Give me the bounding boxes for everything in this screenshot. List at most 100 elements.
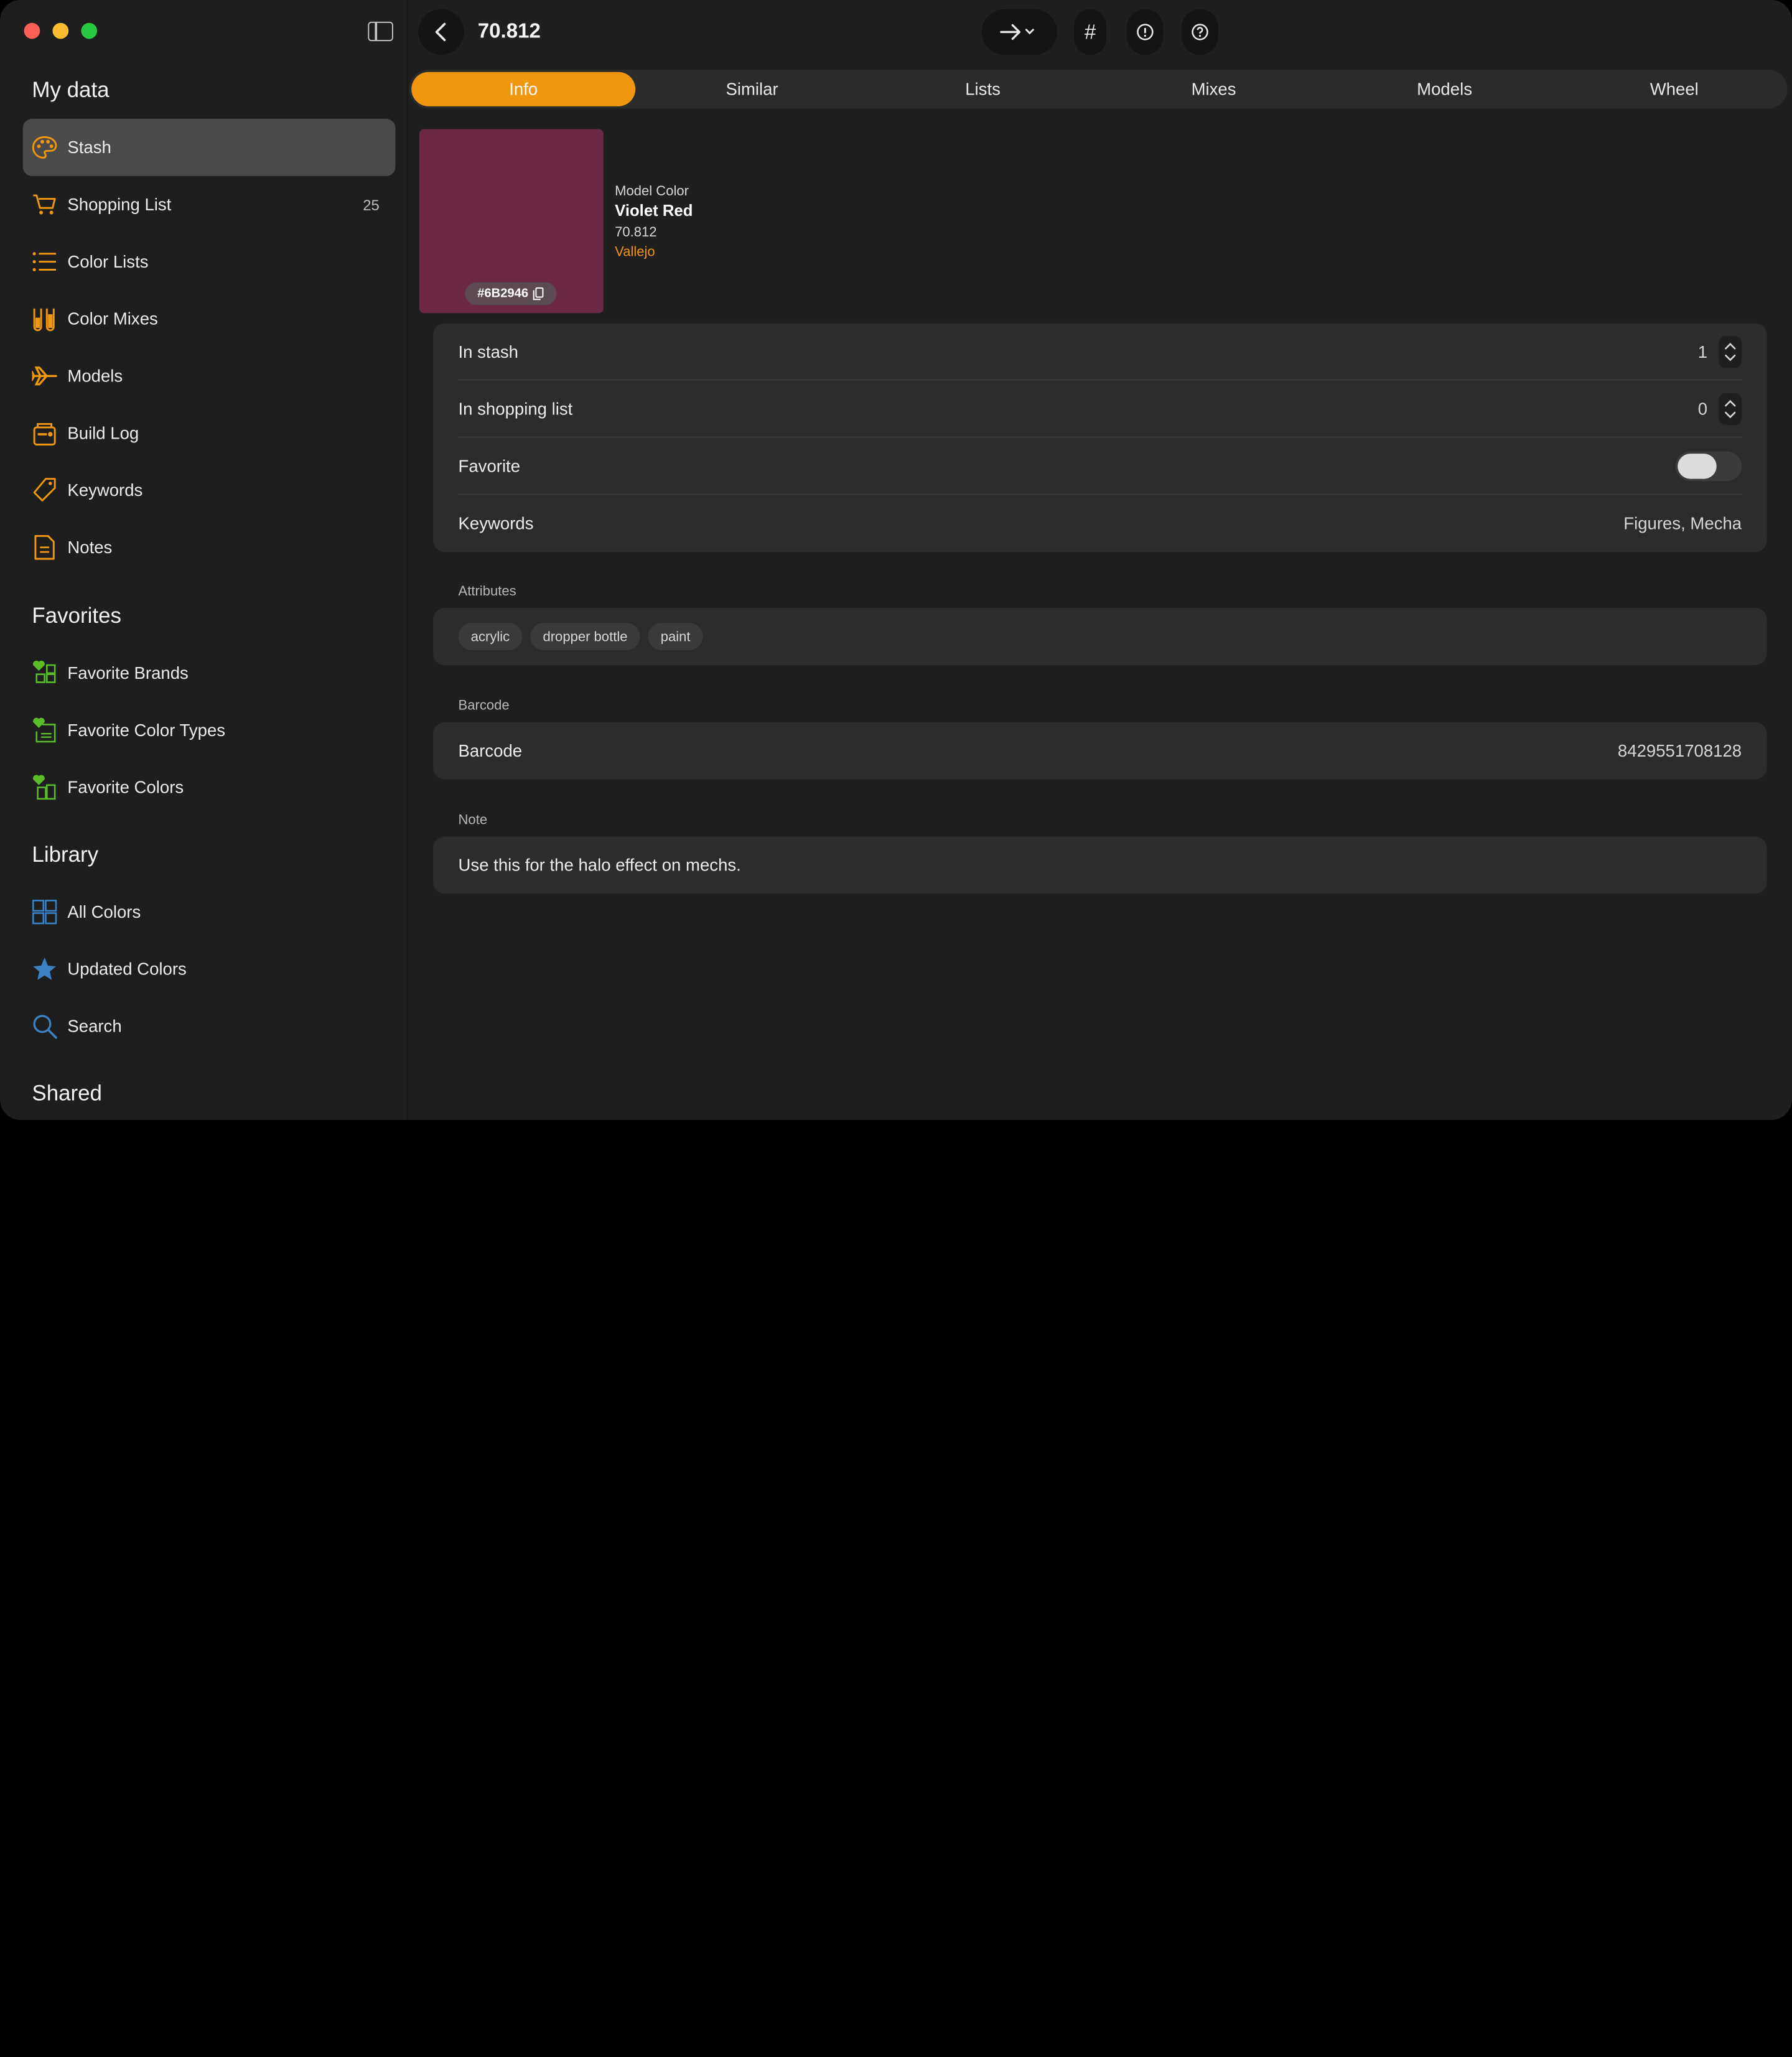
zoom-window-button[interactable] [81, 22, 98, 39]
section-title-shared: Shared [32, 1082, 102, 1106]
shopping-list-count-badge: 25 [363, 195, 380, 213]
in-stash-label: In stash [458, 342, 519, 362]
sidebar-item-favorite-color-types[interactable]: Favorite Color Types [23, 702, 396, 759]
in-stash-stepper[interactable] [1719, 335, 1742, 368]
sidebar-item-label: Color Lists [67, 251, 149, 272]
favorite-toggle[interactable] [1675, 451, 1742, 482]
tag-icon [32, 478, 57, 503]
hash-button[interactable]: # [1074, 9, 1106, 55]
details-card: In stash 1 In shopping list 0 Favorite K… [433, 323, 1767, 553]
in-stash-row: In stash 1 [459, 324, 1742, 381]
color-type: Model Color [615, 182, 689, 199]
tab-mixes[interactable]: Mixes [1099, 72, 1328, 106]
document-icon [32, 534, 57, 560]
section-title-my-data: My data [32, 78, 110, 103]
favorite-brands-icon [32, 660, 57, 686]
app-window: My data Stash Shopping List 25 Color Lis… [0, 0, 1792, 1120]
hex-copy-button[interactable]: #6B2946 [465, 282, 557, 306]
attribute-chip[interactable]: paint [648, 623, 703, 651]
tab-wheel[interactable]: Wheel [1561, 72, 1788, 106]
favorite-label: Favorite [458, 456, 521, 476]
sidebar-item-label: Search [67, 1016, 122, 1036]
palette-icon [32, 135, 57, 160]
color-brand-link[interactable]: Vallejo [615, 243, 655, 259]
copy-icon [533, 287, 544, 301]
hash-icon: # [1084, 20, 1096, 43]
sidebar-item-build-log[interactable]: Build Log [23, 404, 396, 462]
color-name: Violet Red [615, 201, 693, 220]
question-circle-icon [1192, 24, 1208, 40]
shopping-list-label: In shopping list [458, 399, 573, 419]
keywords-row[interactable]: Keywords Figures, Mecha [459, 495, 1742, 552]
window-controls [24, 22, 98, 39]
sidebar-item-notes[interactable]: Notes [23, 519, 396, 576]
hex-value: #6B2946 [477, 287, 529, 301]
sidebar-item-shopping-list[interactable]: Shopping List 25 [23, 176, 396, 233]
sidebar-item-color-mixes[interactable]: Color Mixes [23, 291, 396, 348]
sidebar-item-label: Notes [67, 538, 113, 557]
favorite-types-icon [32, 717, 57, 743]
sidebar-item-label: Shopping List [67, 195, 172, 215]
sidebar-item-label: Favorite Colors [67, 777, 184, 798]
sidebar-item-favorite-colors[interactable]: Favorite Colors [23, 759, 396, 816]
sidebar-item-models[interactable]: Models [23, 347, 396, 404]
color-swatch: #6B2946 [419, 129, 604, 314]
tab-similar[interactable]: Similar [638, 72, 866, 106]
list-icon [32, 249, 57, 274]
help-button[interactable] [1182, 9, 1218, 55]
barcode-card: Barcode 8429551708128 [433, 722, 1767, 780]
share-menu-button[interactable] [981, 9, 1057, 55]
sidebar-item-all-colors[interactable]: All Colors [23, 884, 396, 941]
back-button[interactable] [418, 9, 464, 55]
build-log-icon [32, 421, 57, 445]
sidebar-toggle-icon[interactable] [368, 21, 393, 42]
test-tubes-icon [32, 306, 57, 332]
keywords-label: Keywords [458, 513, 534, 533]
sidebar-item-label: All Colors [67, 902, 141, 922]
keywords-value: Figures, Mecha [1623, 513, 1742, 533]
sidebar: My data Stash Shopping List 25 Color Lis… [0, 0, 408, 1120]
close-window-button[interactable] [24, 22, 40, 39]
sidebar-item-label: Stash [67, 138, 111, 157]
sidebar-item-stash[interactable]: Stash [22, 119, 396, 176]
sidebar-item-keywords[interactable]: Keywords [23, 462, 396, 519]
sidebar-item-updated-colors[interactable]: Updated Colors [23, 941, 396, 998]
attribute-chips: acrylic dropper bottle paint [458, 608, 1742, 665]
sidebar-item-label: Build Log [67, 423, 139, 443]
note-card[interactable]: Use this for the halo effect on mechs. [433, 836, 1767, 894]
sidebar-item-label: Favorite Brands [67, 663, 189, 683]
airplane-icon [32, 363, 57, 388]
sidebar-item-label: Favorite Color Types [67, 721, 226, 740]
sidebar-item-search[interactable]: Search [23, 997, 396, 1055]
color-code: 70.812 [615, 223, 657, 240]
tab-models[interactable]: Models [1330, 72, 1559, 106]
note-text: Use this for the halo effect on mechs. [458, 855, 741, 875]
page-title: 70.812 [477, 19, 541, 42]
note-section-title: Note [458, 811, 488, 828]
cart-icon [32, 192, 57, 217]
minimize-window-button[interactable] [52, 22, 69, 39]
info-alert-button[interactable] [1126, 9, 1164, 55]
attribute-chip[interactable]: acrylic [458, 623, 523, 651]
sidebar-item-label: Keywords [67, 480, 143, 500]
grid-icon [32, 899, 57, 925]
sidebar-item-label: Updated Colors [67, 959, 187, 979]
barcode-section-title: Barcode [458, 697, 510, 714]
sidebar-item-favorite-brands[interactable]: Favorite Brands [23, 645, 396, 702]
arrow-right-icon [1000, 24, 1034, 40]
attribute-chip[interactable]: dropper bottle [530, 623, 640, 651]
barcode-label: Barcode [458, 741, 523, 761]
exclamation-circle-icon [1137, 24, 1154, 40]
in-stash-value: 1 [1697, 342, 1708, 362]
sidebar-item-color-lists[interactable]: Color Lists [23, 233, 396, 291]
section-title-library: Library [32, 843, 99, 868]
tab-lists[interactable]: Lists [869, 72, 1097, 106]
barcode-row[interactable]: Barcode 8429551708128 [459, 722, 1742, 780]
tab-info[interactable]: Info [411, 72, 636, 106]
sidebar-item-label: Color Mixes [67, 309, 158, 329]
stepper-arrows-icon [1725, 399, 1736, 419]
shopping-list-stepper[interactable] [1719, 393, 1742, 426]
magnifier-icon [32, 1014, 57, 1039]
barcode-value: 8429551708128 [1617, 741, 1742, 761]
favorite-colors-icon [32, 775, 57, 800]
